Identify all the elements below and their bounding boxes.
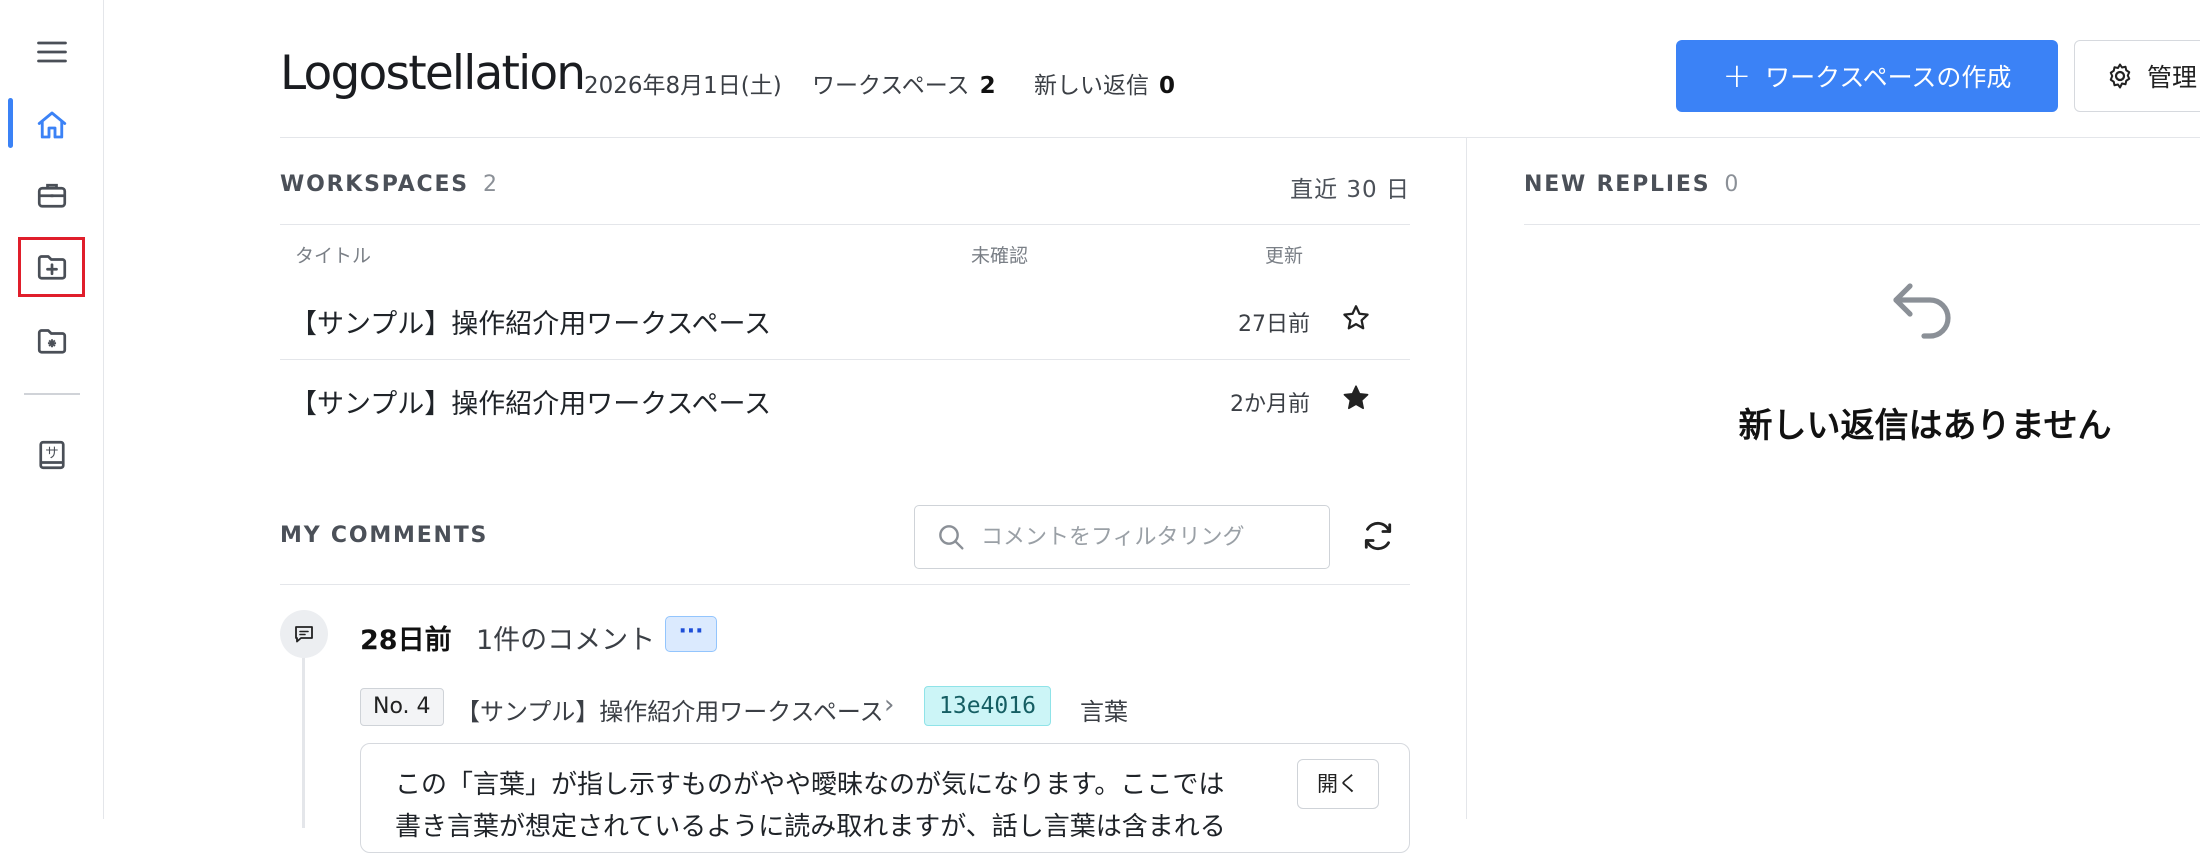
- replies-title-count: 0: [1724, 172, 1739, 197]
- workspaces-title-count: 2: [482, 172, 497, 197]
- workspace-updated: 2か月前: [1230, 392, 1310, 417]
- no-replies-message: 新しい返信はありません: [1738, 406, 2112, 446]
- comment-bubble-badge: [280, 610, 328, 658]
- search-icon: [939, 525, 964, 550]
- new-replies-stat-count: 0: [1159, 73, 1176, 99]
- commit-hash-badge[interactable]: 13e4016: [924, 686, 1051, 726]
- column-header-unread[interactable]: 未確認: [971, 241, 1028, 268]
- plus-icon: +: [1722, 56, 1752, 96]
- replies-title-text: NEW REPLIES: [1524, 172, 1711, 197]
- workspace-row[interactable]: 【サンプル】操作紹介用ワークスペース 2か月前: [280, 360, 1410, 440]
- chevron-right-icon: ›: [884, 690, 895, 720]
- sidebar-divider: [24, 393, 80, 395]
- refresh-icon[interactable]: [1360, 518, 1396, 554]
- workspaces-range[interactable]: 直近 30 日: [1200, 170, 1410, 204]
- app-logo: Logostellation: [280, 46, 586, 101]
- sidebar-item-home[interactable]: [18, 94, 86, 156]
- comment-group-count: 1件のコメント: [476, 625, 656, 656]
- sidebar-item-briefcase[interactable]: [18, 164, 86, 226]
- comment-group-time: 28日前: [360, 625, 452, 656]
- gear-icon: [2109, 63, 2131, 89]
- replies-header-rule: [1524, 224, 2200, 225]
- star-outline-icon[interactable]: [1340, 302, 1372, 334]
- comment-workspace-link[interactable]: 【サンプル】操作紹介用ワークスペース: [456, 692, 884, 727]
- folder-plus-icon: [37, 255, 67, 280]
- home-icon: [37, 111, 67, 139]
- comment-card: この「言葉」が指し示すものがやや曖昧なのが気になります。ここでは書き言葉が想定さ…: [360, 743, 1410, 853]
- comment-text: この「言葉」が指し示すものがやや曖昧なのが気になります。ここでは書き言葉が想定さ…: [395, 770, 1226, 842]
- sidebar-item-add-folder[interactable]: [18, 236, 86, 298]
- new-replies-stat-label: 新しい返信: [1034, 73, 1149, 99]
- timeline-line: [302, 658, 305, 828]
- book-glyph: サ: [45, 446, 59, 462]
- manage-label: 管理: [2147, 63, 2198, 92]
- column-divider: [1466, 137, 1467, 819]
- folder-gear-icon: [37, 329, 67, 354]
- replies-section-title: NEW REPLIES 0: [1524, 172, 1738, 197]
- header-divider: [280, 137, 2200, 138]
- workspace-title[interactable]: 【サンプル】操作紹介用ワークスペース: [290, 382, 771, 421]
- column-header-updated[interactable]: 更新: [1265, 241, 1303, 268]
- reply-arrow-icon: [1893, 283, 1951, 339]
- workspaces-section-title: WORKSPACES 2: [280, 172, 497, 197]
- sidebar-item-folder-settings[interactable]: [18, 310, 86, 372]
- comment-target-word: 言葉: [1080, 698, 1128, 726]
- create-workspace-label: ワークスペースの作成: [1765, 63, 2012, 92]
- create-workspace-button[interactable]: + ワークスペースの作成: [1676, 40, 2058, 112]
- workspaces-stat-count: 2: [979, 73, 996, 99]
- more-options-button[interactable]: ···: [665, 616, 717, 652]
- workspaces-header-rule: [280, 224, 1410, 225]
- comment-number-badge: No. 4: [360, 688, 444, 726]
- manage-button[interactable]: 管理: [2074, 40, 2200, 112]
- comments-section-title: MY COMMENTS: [280, 523, 489, 548]
- menu-button[interactable]: [18, 21, 86, 83]
- workspace-title[interactable]: 【サンプル】操作紹介用ワークスペース: [290, 302, 771, 341]
- header-date: 2026年8月1日(土): [584, 73, 782, 99]
- header-workspaces-stat: ワークスペース 2: [812, 66, 996, 100]
- workspace-row[interactable]: 【サンプル】操作紹介用ワークスペース 27日前: [280, 280, 1410, 360]
- sidebar-item-sample-book[interactable]: サ: [18, 424, 86, 486]
- comments-header-rule: [280, 584, 1410, 585]
- briefcase-icon: [37, 183, 67, 208]
- workspaces-stat-label: ワークスペース: [812, 73, 970, 99]
- hamburger-menu-icon: [37, 41, 67, 63]
- comment-search-box[interactable]: [914, 505, 1330, 569]
- active-indicator: [8, 98, 13, 148]
- sidebar: サ: [0, 0, 104, 819]
- star-filled-icon[interactable]: [1340, 382, 1372, 414]
- comment-icon: [295, 626, 313, 643]
- open-comment-button[interactable]: 開く: [1297, 759, 1379, 809]
- workspace-updated: 27日前: [1238, 312, 1310, 337]
- comment-search-input[interactable]: [979, 523, 1299, 551]
- workspaces-title-text: WORKSPACES: [280, 172, 469, 197]
- book-icon: サ: [39, 440, 65, 470]
- column-header-title[interactable]: タイトル: [295, 241, 371, 268]
- header-new-replies-stat: 新しい返信 0: [1034, 66, 1175, 100]
